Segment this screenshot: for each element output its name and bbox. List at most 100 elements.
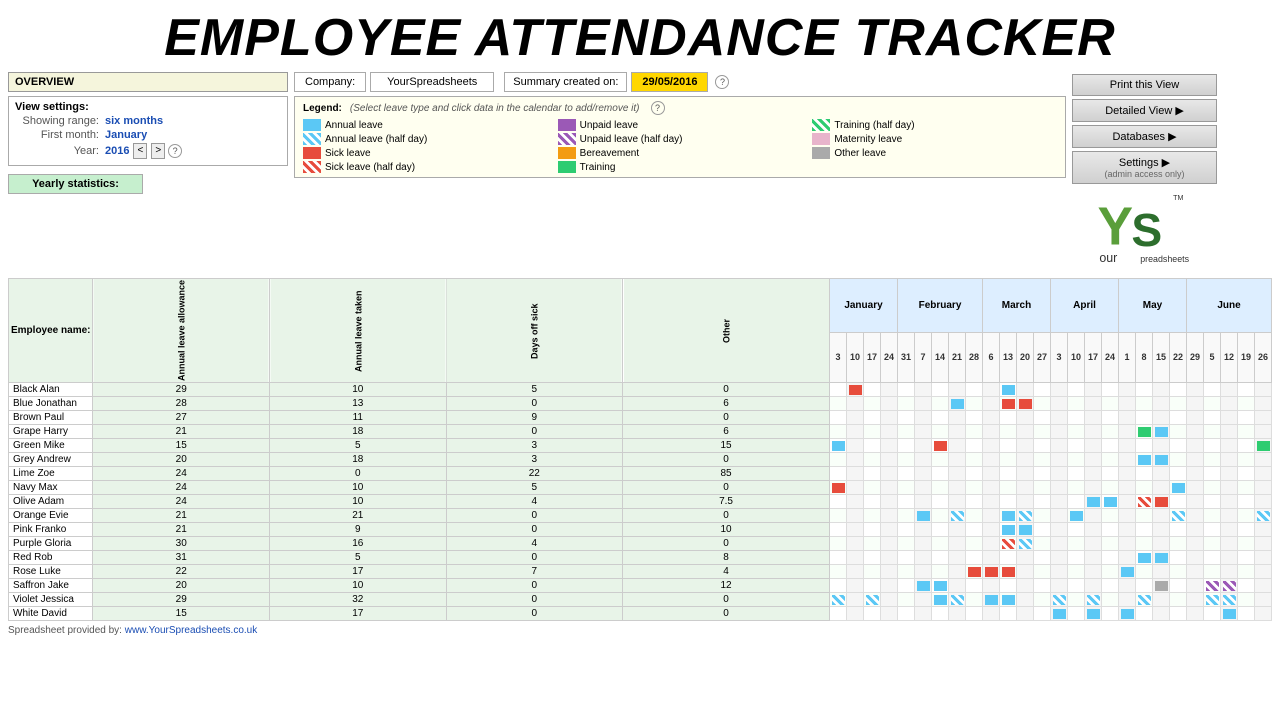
calendar-cell[interactable] xyxy=(1204,383,1221,397)
calendar-cell[interactable] xyxy=(949,579,966,593)
calendar-cell[interactable] xyxy=(949,397,966,411)
calendar-cell[interactable] xyxy=(881,593,898,607)
calendar-cell[interactable] xyxy=(983,593,1000,607)
calendar-cell[interactable] xyxy=(1034,453,1051,467)
next-year-button[interactable]: > xyxy=(151,143,165,159)
calendar-cell[interactable] xyxy=(881,565,898,579)
calendar-cell[interactable] xyxy=(966,565,983,579)
year-help-icon[interactable]: ? xyxy=(168,144,182,158)
calendar-cell[interactable] xyxy=(1238,593,1255,607)
calendar-cell[interactable] xyxy=(1068,593,1085,607)
calendar-cell[interactable] xyxy=(915,509,932,523)
calendar-cell[interactable] xyxy=(1170,579,1187,593)
calendar-cell[interactable] xyxy=(949,425,966,439)
calendar-cell[interactable] xyxy=(898,467,915,481)
calendar-cell[interactable] xyxy=(1051,411,1068,425)
calendar-cell[interactable] xyxy=(881,551,898,565)
calendar-cell[interactable] xyxy=(1221,579,1238,593)
calendar-cell[interactable] xyxy=(983,495,1000,509)
calendar-cell[interactable] xyxy=(966,425,983,439)
calendar-cell[interactable] xyxy=(966,509,983,523)
calendar-cell[interactable] xyxy=(1085,537,1102,551)
calendar-cell[interactable] xyxy=(966,397,983,411)
calendar-cell[interactable] xyxy=(1068,453,1085,467)
calendar-cell[interactable] xyxy=(830,565,847,579)
calendar-cell[interactable] xyxy=(1017,607,1034,621)
calendar-cell[interactable] xyxy=(949,509,966,523)
calendar-cell[interactable] xyxy=(1085,439,1102,453)
calendar-cell[interactable] xyxy=(881,453,898,467)
calendar-cell[interactable] xyxy=(864,607,881,621)
calendar-cell[interactable] xyxy=(1102,495,1119,509)
calendar-cell[interactable] xyxy=(847,593,864,607)
calendar-cell[interactable] xyxy=(1102,467,1119,481)
calendar-cell[interactable] xyxy=(1204,411,1221,425)
calendar-cell[interactable] xyxy=(1153,523,1170,537)
calendar-cell[interactable] xyxy=(1102,453,1119,467)
legend-item-sick-half[interactable]: Sick leave (half day) xyxy=(303,161,548,173)
calendar-cell[interactable] xyxy=(966,607,983,621)
calendar-cell[interactable] xyxy=(1238,495,1255,509)
calendar-cell[interactable] xyxy=(1085,607,1102,621)
calendar-cell[interactable] xyxy=(966,579,983,593)
calendar-cell[interactable] xyxy=(1085,383,1102,397)
calendar-cell[interactable] xyxy=(932,565,949,579)
calendar-cell[interactable] xyxy=(1017,579,1034,593)
calendar-cell[interactable] xyxy=(1000,565,1017,579)
calendar-cell[interactable] xyxy=(915,551,932,565)
calendar-cell[interactable] xyxy=(932,579,949,593)
calendar-cell[interactable] xyxy=(1085,551,1102,565)
calendar-cell[interactable] xyxy=(1255,439,1272,453)
calendar-cell[interactable] xyxy=(1255,509,1272,523)
calendar-cell[interactable] xyxy=(1068,565,1085,579)
calendar-cell[interactable] xyxy=(983,383,1000,397)
legend-help-icon[interactable]: ? xyxy=(651,101,665,115)
calendar-cell[interactable] xyxy=(830,453,847,467)
calendar-cell[interactable] xyxy=(1034,397,1051,411)
calendar-cell[interactable] xyxy=(949,593,966,607)
calendar-cell[interactable] xyxy=(1034,537,1051,551)
calendar-cell[interactable] xyxy=(1085,495,1102,509)
calendar-cell[interactable] xyxy=(949,467,966,481)
calendar-cell[interactable] xyxy=(915,439,932,453)
calendar-cell[interactable] xyxy=(1221,397,1238,411)
calendar-cell[interactable] xyxy=(864,523,881,537)
calendar-cell[interactable] xyxy=(949,383,966,397)
legend-item-annual[interactable]: Annual leave xyxy=(303,119,548,131)
calendar-cell[interactable] xyxy=(1255,551,1272,565)
calendar-cell[interactable] xyxy=(1204,397,1221,411)
calendar-cell[interactable] xyxy=(1221,537,1238,551)
calendar-cell[interactable] xyxy=(966,495,983,509)
calendar-cell[interactable] xyxy=(1017,467,1034,481)
calendar-cell[interactable] xyxy=(983,579,1000,593)
calendar-cell[interactable] xyxy=(898,481,915,495)
calendar-cell[interactable] xyxy=(898,579,915,593)
calendar-cell[interactable] xyxy=(915,425,932,439)
calendar-cell[interactable] xyxy=(1187,565,1204,579)
calendar-cell[interactable] xyxy=(1170,397,1187,411)
calendar-cell[interactable] xyxy=(932,593,949,607)
calendar-cell[interactable] xyxy=(1187,453,1204,467)
calendar-cell[interactable] xyxy=(949,551,966,565)
calendar-cell[interactable] xyxy=(915,383,932,397)
calendar-cell[interactable] xyxy=(1034,523,1051,537)
calendar-cell[interactable] xyxy=(830,579,847,593)
calendar-cell[interactable] xyxy=(847,565,864,579)
calendar-cell[interactable] xyxy=(1119,453,1136,467)
calendar-cell[interactable] xyxy=(1187,383,1204,397)
calendar-cell[interactable] xyxy=(1136,453,1153,467)
calendar-cell[interactable] xyxy=(915,495,932,509)
calendar-cell[interactable] xyxy=(1085,481,1102,495)
legend-item-training[interactable]: Training xyxy=(558,161,803,173)
calendar-cell[interactable] xyxy=(1051,453,1068,467)
calendar-cell[interactable] xyxy=(830,607,847,621)
calendar-cell[interactable] xyxy=(1051,397,1068,411)
calendar-cell[interactable] xyxy=(1187,467,1204,481)
calendar-cell[interactable] xyxy=(1153,509,1170,523)
calendar-cell[interactable] xyxy=(1187,397,1204,411)
calendar-cell[interactable] xyxy=(1051,425,1068,439)
calendar-cell[interactable] xyxy=(1119,397,1136,411)
calendar-cell[interactable] xyxy=(1238,383,1255,397)
calendar-cell[interactable] xyxy=(1255,383,1272,397)
calendar-cell[interactable] xyxy=(1102,439,1119,453)
